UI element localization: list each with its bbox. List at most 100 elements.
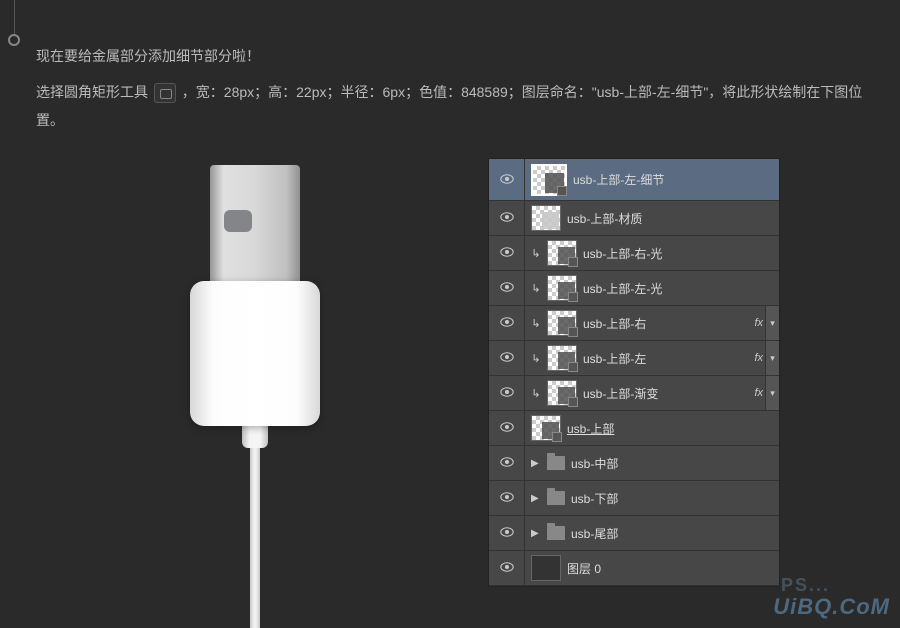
visibility-toggle[interactable] bbox=[489, 446, 525, 480]
fx-label: fx bbox=[754, 387, 763, 399]
clip-mask-icon: ↳ bbox=[531, 352, 541, 365]
vector-mask-badge bbox=[568, 292, 578, 302]
layer-name-label[interactable]: usb-上部-右-光 bbox=[583, 245, 779, 262]
layer-content: ↳usb-上部-渐变fx bbox=[525, 380, 765, 406]
visibility-toggle[interactable] bbox=[489, 159, 525, 200]
layer-name-label[interactable]: usb-上部-左 bbox=[583, 350, 748, 367]
layer-content: ▶ usb-中部 bbox=[525, 455, 779, 472]
layer-content: ↳usb-上部-左-光 bbox=[525, 275, 779, 301]
layer-row[interactable]: usb-上部-材质 bbox=[489, 201, 779, 236]
layer-content: ↳ usb-上部-右-光 bbox=[525, 240, 779, 266]
layer-thumbnail[interactable] bbox=[547, 310, 577, 336]
layer-name-label[interactable]: usb-上部-左-细节 bbox=[573, 171, 779, 188]
instructions-block: 现在要给金属部分添加细节部分啦！ 选择圆角矩形工具 ，宽：28px；高：22px… bbox=[36, 42, 880, 134]
layer-content: 图层 0 bbox=[525, 555, 779, 581]
clip-mask-icon: ↳ bbox=[531, 317, 541, 330]
vector-mask-badge bbox=[557, 186, 567, 196]
usb-body-part bbox=[190, 281, 320, 426]
layer-row[interactable]: usb-上部 bbox=[489, 411, 779, 446]
folder-icon bbox=[547, 491, 565, 505]
visibility-toggle[interactable] bbox=[489, 516, 525, 550]
layer-content: ▶ usb-尾部 bbox=[525, 525, 779, 542]
chevron-right-icon[interactable]: ▶ bbox=[531, 528, 541, 539]
visibility-toggle[interactable] bbox=[489, 341, 525, 375]
instruction-line-1: 现在要给金属部分添加细节部分啦！ bbox=[36, 42, 880, 70]
vector-mask-badge bbox=[568, 257, 578, 267]
eye-icon bbox=[500, 561, 514, 575]
rounded-rect-tool-icon bbox=[154, 83, 176, 103]
layer-content: usb-上部 bbox=[525, 415, 779, 441]
canvas-preview bbox=[40, 150, 460, 600]
chevron-right-icon[interactable]: ▶ bbox=[531, 458, 541, 469]
visibility-toggle[interactable] bbox=[489, 411, 525, 445]
layer-thumbnail[interactable] bbox=[547, 240, 577, 266]
layer-thumbnail[interactable] bbox=[547, 345, 577, 371]
eye-icon bbox=[500, 316, 514, 330]
layer-name-label[interactable]: usb-中部 bbox=[571, 455, 779, 472]
vector-mask-badge bbox=[552, 432, 562, 442]
visibility-toggle[interactable] bbox=[489, 306, 525, 340]
fx-collapse-toggle[interactable]: ▾ bbox=[765, 341, 779, 375]
visibility-toggle[interactable] bbox=[489, 481, 525, 515]
layer-row[interactable]: ▶ usb-尾部 bbox=[489, 516, 779, 551]
folder-icon bbox=[547, 526, 565, 540]
chevron-right-icon[interactable]: ▶ bbox=[531, 493, 541, 504]
layer-row[interactable]: ↳ usb-上部-右-光 bbox=[489, 236, 779, 271]
layer-name-label[interactable]: usb-尾部 bbox=[571, 525, 779, 542]
eye-icon bbox=[500, 351, 514, 365]
visibility-toggle[interactable] bbox=[489, 236, 525, 270]
fx-label: fx bbox=[754, 352, 763, 364]
instruction-line-2: 选择圆角矩形工具 ，宽：28px；高：22px；半径：6px；色值：848589… bbox=[36, 78, 880, 134]
vector-mask-badge bbox=[568, 362, 578, 372]
fx-label: fx bbox=[754, 317, 763, 329]
eye-icon bbox=[500, 456, 514, 470]
visibility-toggle[interactable] bbox=[489, 551, 525, 585]
visibility-toggle[interactable] bbox=[489, 201, 525, 235]
usb-metal-part bbox=[210, 165, 300, 285]
watermark-site: UiBQ.CoM bbox=[773, 594, 890, 620]
layer-thumbnail[interactable] bbox=[531, 164, 567, 196]
layer-thumbnail[interactable] bbox=[547, 380, 577, 406]
folder-icon bbox=[547, 456, 565, 470]
usb-cable bbox=[250, 448, 260, 628]
visibility-toggle[interactable] bbox=[489, 271, 525, 305]
layer-name-label[interactable]: usb-上部-渐变 bbox=[583, 385, 748, 402]
layer-name-label[interactable]: usb-上部 bbox=[567, 420, 779, 437]
fx-collapse-toggle[interactable]: ▾ bbox=[765, 376, 779, 410]
clip-mask-icon: ↳ bbox=[531, 247, 541, 260]
usb-detail-rect bbox=[224, 210, 252, 232]
layer-name-label[interactable]: usb-下部 bbox=[571, 490, 779, 507]
layer-thumbnail[interactable] bbox=[531, 415, 561, 441]
layers-panel[interactable]: usb-上部-左-细节usb-上部-材质↳usb-上部-右-光↳usb-上部-左… bbox=[488, 158, 780, 587]
timeline-dot bbox=[8, 34, 20, 46]
layer-content: ↳ usb-上部-左 fx bbox=[525, 345, 765, 371]
layer-row[interactable]: ↳usb-上部-渐变fx▾ bbox=[489, 376, 779, 411]
layer-thumbnail[interactable] bbox=[531, 205, 561, 231]
layer-row[interactable]: ↳usb-上部-左-光 bbox=[489, 271, 779, 306]
eye-icon bbox=[500, 246, 514, 260]
eye-icon bbox=[500, 491, 514, 505]
layer-row[interactable]: 图层 0 bbox=[489, 551, 779, 586]
layer-row[interactable]: ▶ usb-中部 bbox=[489, 446, 779, 481]
layer-content: usb-上部-左-细节 bbox=[525, 164, 779, 196]
layer-name-label[interactable]: 图层 0 bbox=[567, 560, 779, 577]
vector-mask-badge bbox=[568, 327, 578, 337]
layer-row[interactable]: ↳ usb-上部-右 fx▾ bbox=[489, 306, 779, 341]
fx-collapse-toggle[interactable]: ▾ bbox=[765, 306, 779, 340]
layer-name-label[interactable]: usb-上部-材质 bbox=[567, 210, 779, 227]
watermark-brand: PS... bbox=[781, 575, 830, 596]
layer-name-label[interactable]: usb-上部-右 bbox=[583, 315, 748, 332]
layer-content: usb-上部-材质 bbox=[525, 205, 779, 231]
visibility-toggle[interactable] bbox=[489, 376, 525, 410]
layer-thumbnail[interactable] bbox=[531, 555, 561, 581]
layer-thumbnail[interactable] bbox=[547, 275, 577, 301]
layer-row[interactable]: ▶ usb-下部 bbox=[489, 481, 779, 516]
layer-name-label[interactable]: usb-上部-左-光 bbox=[583, 280, 779, 297]
eye-icon bbox=[500, 386, 514, 400]
layer-content: ↳ usb-上部-右 fx bbox=[525, 310, 765, 336]
usb-cable-base bbox=[242, 426, 268, 448]
eye-icon bbox=[500, 421, 514, 435]
layer-row[interactable]: usb-上部-左-细节 bbox=[489, 159, 779, 201]
layer-row[interactable]: ↳ usb-上部-左 fx▾ bbox=[489, 341, 779, 376]
eye-icon bbox=[500, 526, 514, 540]
